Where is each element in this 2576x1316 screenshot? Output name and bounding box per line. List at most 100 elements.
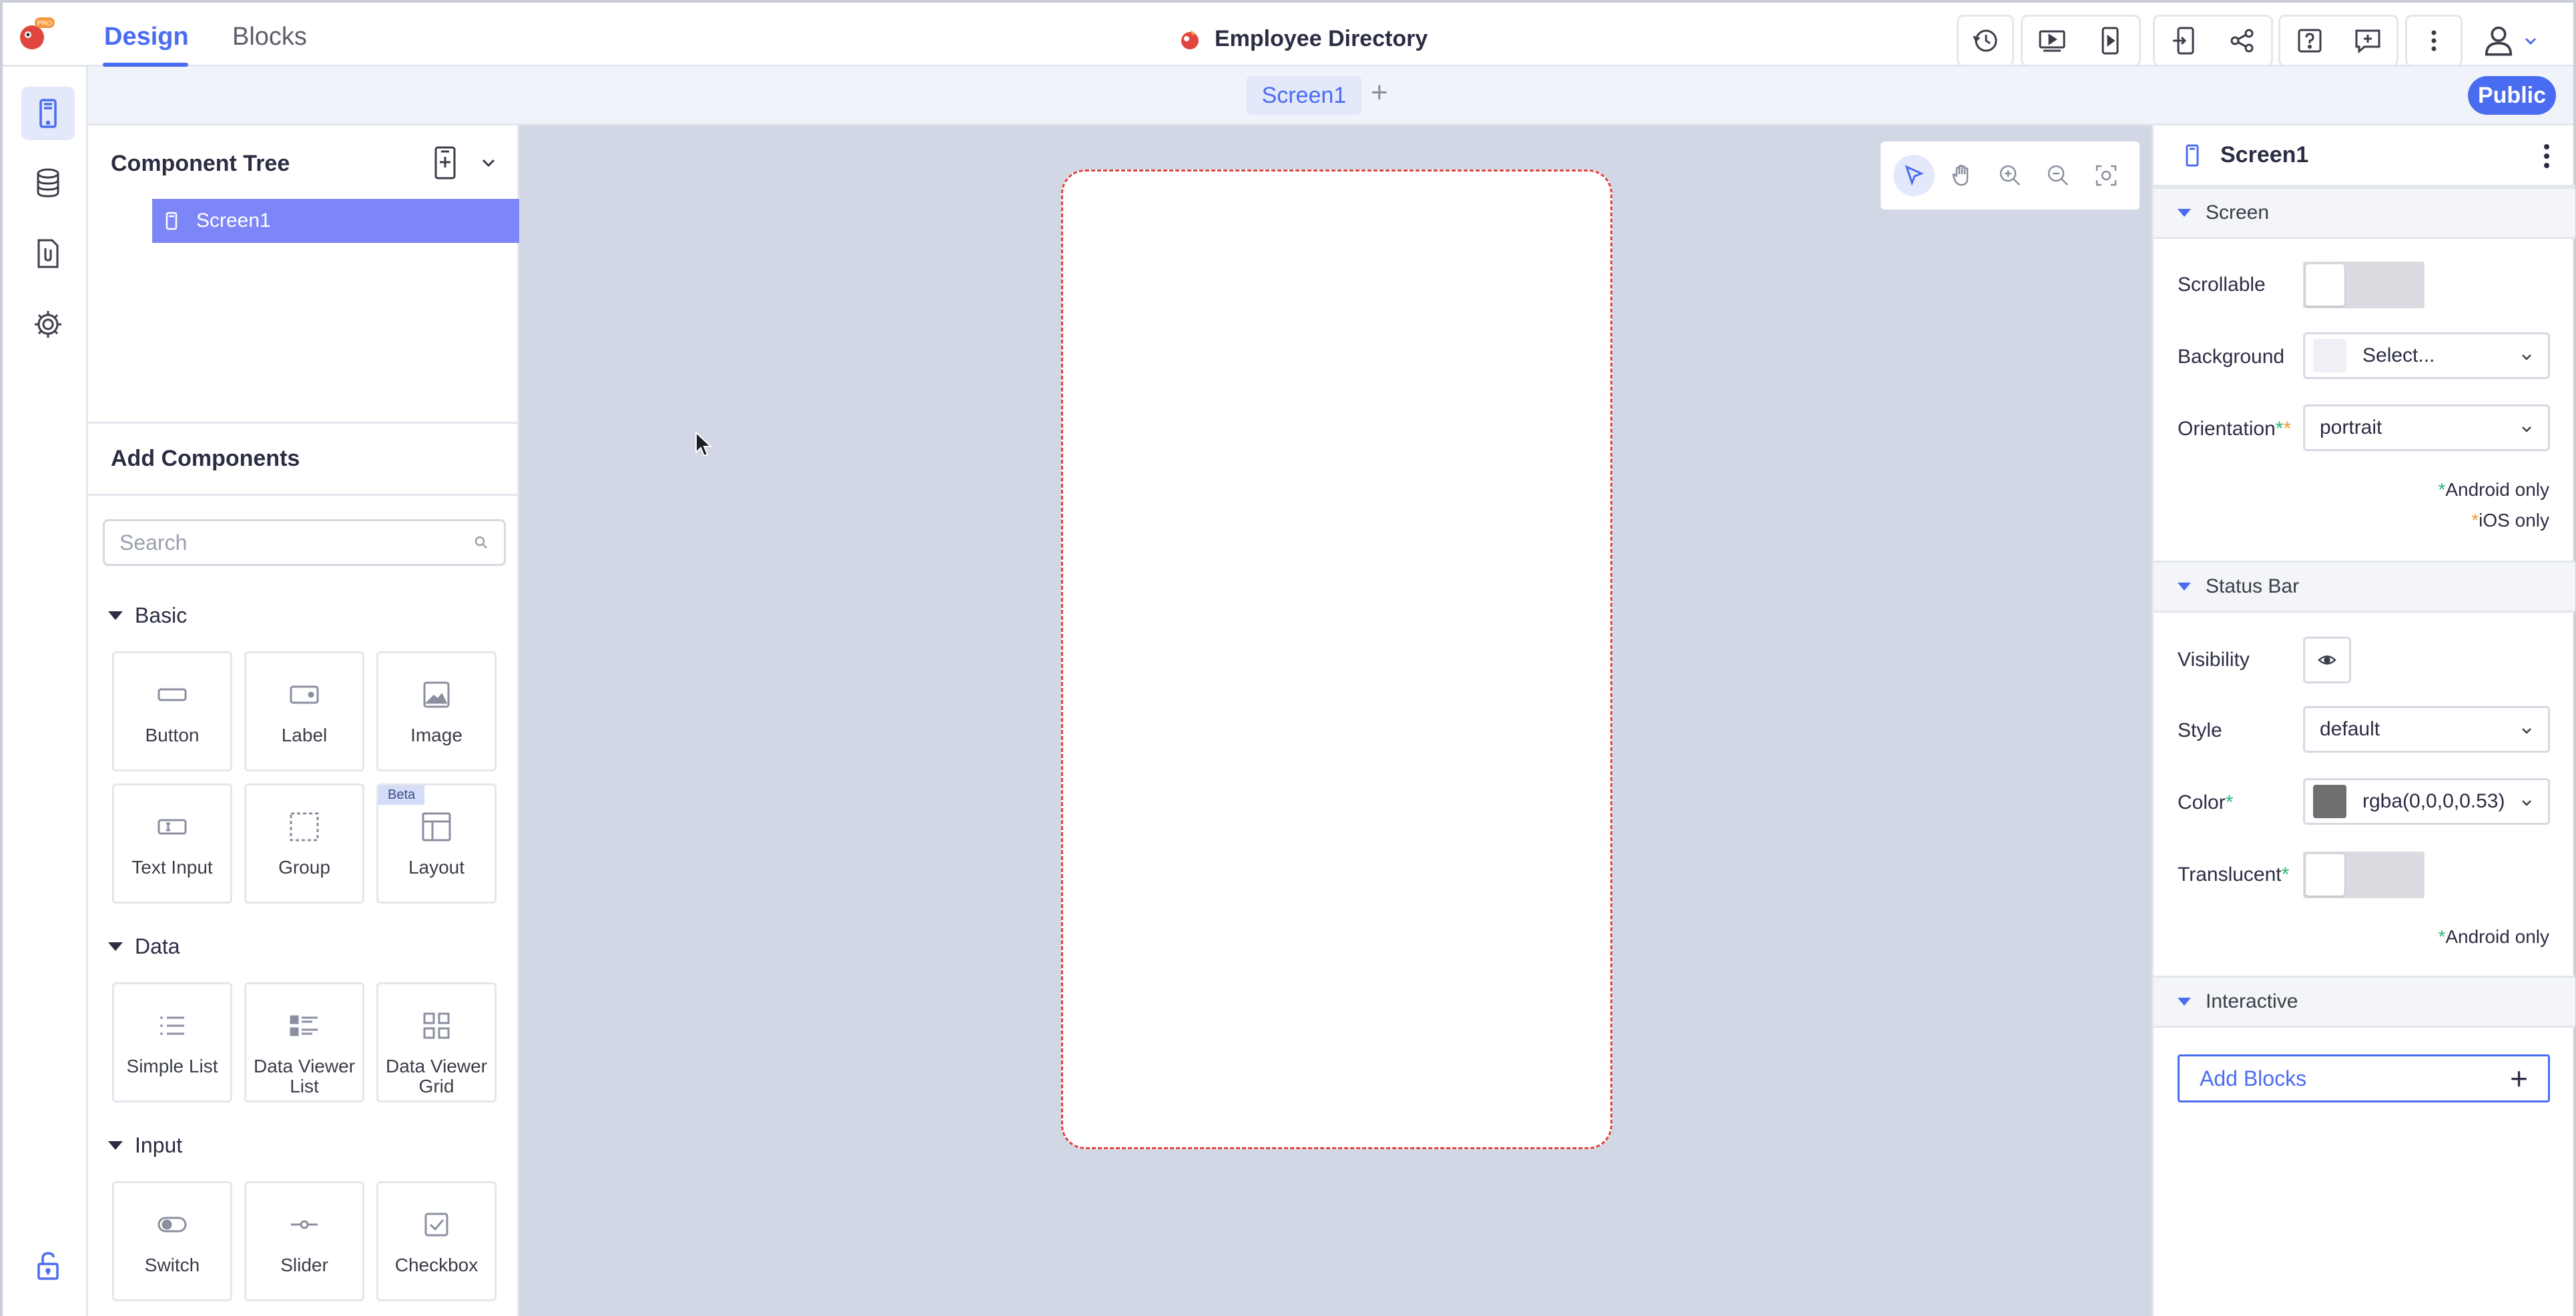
plus-icon: + (2510, 1061, 2528, 1096)
background-select[interactable]: Select... (2303, 332, 2550, 379)
user-icon (2485, 26, 2513, 56)
preview-device-button[interactable] (2086, 17, 2134, 65)
phone-icon (2186, 144, 2199, 166)
component-label: Data Viewer List (253, 1056, 355, 1096)
grid-icon (423, 1012, 450, 1039)
phone-screen-preview[interactable] (1061, 170, 1612, 1149)
orientation-value: portrait (2320, 416, 2382, 438)
color-select[interactable]: rgba(0,0,0,0.53) (2303, 778, 2550, 825)
design-canvas[interactable] (519, 125, 2152, 1316)
more-vertical-icon (2431, 30, 2437, 51)
category-label: Data (135, 934, 180, 958)
preview-web-button[interactable] (2028, 17, 2076, 65)
android-only-text: Android only (2445, 926, 2549, 947)
zoom-out-icon (2047, 165, 2068, 186)
share-button[interactable] (2218, 17, 2266, 65)
rail-lock-button[interactable] (21, 1239, 75, 1292)
export-device-button[interactable] (2160, 17, 2208, 65)
button-icon (157, 688, 187, 701)
component-button[interactable]: Button (112, 651, 232, 771)
help-button[interactable] (2286, 17, 2334, 65)
add-screen-button[interactable]: + (1371, 76, 1388, 109)
left-panel: Component Tree Screen1 Add Components Se… (88, 125, 519, 1316)
component-layout[interactable]: Beta Layout (376, 783, 497, 904)
component-simple-list[interactable]: Simple List (112, 982, 232, 1102)
component-text-input[interactable]: Text Input (112, 783, 232, 904)
component-tree-title: Component Tree (111, 151, 290, 176)
color-swatch (2313, 785, 2346, 818)
rail-data-button[interactable] (21, 156, 75, 210)
orientation-select[interactable]: portrait (2303, 404, 2550, 451)
component-label: Button (145, 725, 200, 745)
section-screen[interactable]: Screen (2154, 187, 2575, 239)
account-menu[interactable] (2480, 19, 2560, 63)
component-data-viewer-grid[interactable]: Data Viewer Grid (376, 982, 497, 1102)
select-tool-button[interactable] (1893, 155, 1935, 196)
chevron-down-icon[interactable] (479, 153, 498, 172)
switch-icon (157, 1217, 187, 1233)
component-image[interactable]: Image (376, 651, 497, 771)
scrollable-label: Scrollable (2178, 274, 2266, 296)
tree-item-screen1[interactable]: Screen1 (152, 199, 519, 243)
visibility-toggle[interactable] (2303, 637, 2351, 683)
zoom-out-button[interactable] (2037, 155, 2079, 196)
screen-tab-screen1[interactable]: Screen1 (1247, 76, 1361, 115)
history-button[interactable] (1961, 17, 2009, 65)
section-interactive[interactable]: Interactive (2154, 976, 2575, 1028)
phone-icon (39, 99, 57, 128)
tab-design[interactable]: Design (104, 23, 189, 51)
background-value: Select... (2362, 344, 2435, 366)
category-input[interactable]: Input (108, 1133, 182, 1158)
section-label: Screen (2206, 202, 2270, 224)
more-button[interactable] (2410, 17, 2458, 65)
pan-tool-button[interactable] (1941, 155, 1983, 196)
rail-settings-button[interactable] (21, 298, 75, 351)
svg-text:PRO: PRO (37, 20, 52, 27)
app-logo[interactable]: PRO (17, 16, 55, 53)
android-only-text: Android only (2445, 479, 2549, 500)
scrollable-toggle[interactable] (2303, 262, 2425, 308)
more-vertical-icon[interactable] (2533, 139, 2560, 174)
component-data-viewer-list[interactable]: Data Viewer List (244, 982, 364, 1102)
category-basic[interactable]: Basic (108, 603, 187, 628)
component-switch[interactable]: Switch (112, 1181, 232, 1301)
public-badge[interactable]: Public (2468, 76, 2556, 115)
focus-frame-icon (2096, 165, 2117, 186)
phone-icon (166, 212, 178, 230)
preview-group (2021, 15, 2141, 67)
caret-down-icon (108, 611, 123, 620)
component-label: Slider (280, 1255, 328, 1275)
add-blocks-button[interactable]: Add Blocks + (2178, 1054, 2550, 1102)
translucent-label-text: Translucent (2178, 864, 2282, 886)
style-select[interactable]: default (2303, 706, 2550, 753)
component-label: Layout (408, 857, 465, 878)
play-screen-icon (2039, 30, 2065, 52)
help-icon (2298, 29, 2321, 53)
component-group[interactable]: Group (244, 783, 364, 904)
zoom-in-button[interactable] (1989, 155, 2031, 196)
add-screen-icon[interactable] (430, 145, 460, 180)
category-data[interactable]: Data (108, 934, 180, 959)
attachment-file-icon (37, 239, 59, 268)
component-label: Simple List (126, 1056, 218, 1076)
style-value: default (2320, 718, 2380, 740)
fit-screen-button[interactable] (2085, 155, 2127, 196)
app-title-text: Employee Directory (1215, 25, 1428, 51)
component-search-input[interactable]: Search (103, 519, 506, 566)
component-label[interactable]: Label (244, 651, 364, 771)
rail-design-button[interactable] (21, 87, 75, 140)
caret-down-icon (2178, 209, 2191, 217)
section-status-bar[interactable]: Status Bar (2154, 561, 2575, 613)
rail-assets-button[interactable] (21, 227, 75, 280)
component-label: Image (410, 725, 462, 745)
hand-icon (1952, 164, 1969, 186)
component-label: Data Viewer Grid (385, 1056, 487, 1096)
add-blocks-label: Add Blocks (2200, 1066, 2307, 1090)
feedback-button[interactable] (2344, 17, 2392, 65)
text-input-icon (157, 819, 187, 835)
tab-blocks[interactable]: Blocks (232, 23, 307, 51)
play-phone-icon (2102, 27, 2118, 55)
translucent-toggle[interactable] (2303, 852, 2425, 898)
component-slider[interactable]: Slider (244, 1181, 364, 1301)
component-checkbox[interactable]: Checkbox (376, 1181, 497, 1301)
